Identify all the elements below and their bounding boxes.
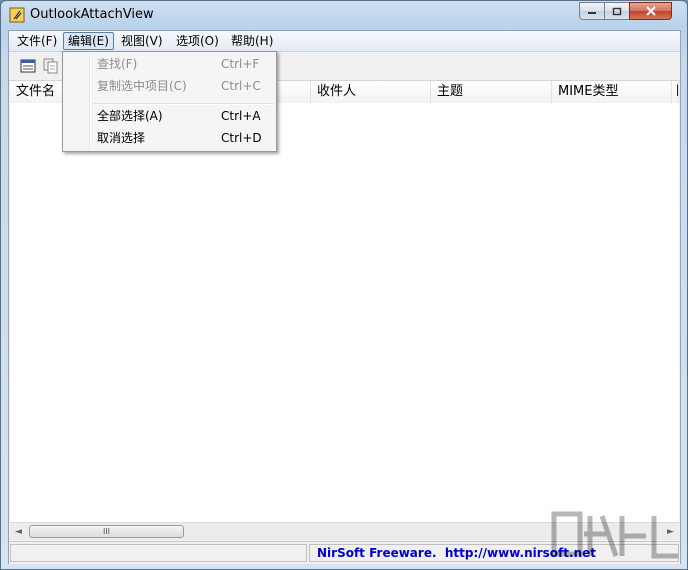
menu-item-select-all[interactable]: 全部选择(A) Ctrl+A [65, 105, 274, 127]
scroll-left-icon[interactable]: ◄ [10, 523, 27, 540]
menu-help[interactable]: 帮助(H) [227, 33, 277, 49]
menu-options[interactable]: 选项(O) [172, 33, 223, 49]
scroll-right-icon[interactable]: ► [662, 523, 679, 540]
window-title: OutlookAttachView [30, 7, 154, 22]
menu-item-shortcut: Ctrl+D [221, 131, 262, 145]
close-button[interactable] [629, 2, 672, 20]
attachment-list[interactable] [10, 103, 679, 522]
maximize-icon [612, 7, 622, 15]
menu-item-label: 复制选中项目(C) [97, 79, 187, 93]
properties-button[interactable] [18, 56, 38, 76]
copy-button[interactable] [41, 56, 61, 76]
menu-item-deselect-all[interactable]: 取消选择 Ctrl+D [65, 127, 274, 149]
menu-item-find[interactable]: 查找(F) Ctrl+F [65, 53, 274, 75]
menu-view[interactable]: 视图(V) [117, 33, 167, 49]
column-header-mime-type[interactable]: MIME类型 [552, 81, 672, 103]
title-bar[interactable]: OutlookAttachView [1, 1, 687, 29]
menu-item-shortcut: Ctrl+F [221, 57, 260, 71]
menu-item-label: 全部选择(A) [97, 109, 163, 123]
column-header-subject[interactable]: 主题 [431, 81, 552, 103]
menu-item-label: 查找(F) [97, 57, 138, 71]
menu-item-shortcut: Ctrl+A [221, 109, 261, 123]
properties-icon [20, 59, 36, 73]
menu-edit[interactable]: 编辑(E) [63, 32, 114, 50]
copy-icon [43, 58, 58, 74]
app-paperclip-icon [9, 7, 25, 23]
menu-item-copy-selected[interactable]: 复制选中项目(C) Ctrl+C [65, 75, 274, 97]
close-icon [645, 6, 656, 16]
status-cell-left [10, 544, 307, 562]
menu-file[interactable]: 文件(F) [13, 33, 61, 49]
menu-item-shortcut: Ctrl+C [221, 79, 261, 93]
status-bar: NirSoft Freeware. http://www.nirsoft.net [9, 541, 680, 564]
menu-item-label: 取消选择 [97, 131, 146, 145]
column-header-attachment[interactable]: 附 [672, 81, 679, 103]
minimize-button[interactable] [579, 2, 605, 20]
horizontal-scrollbar[interactable]: ◄ III ► [10, 522, 679, 540]
minimize-icon [588, 12, 596, 14]
menu-bar: 文件(F) 编辑(E) 视图(V) 选项(O) 帮助(H) [9, 31, 680, 52]
app-window: OutlookAttachView 文件(F) 编辑(E) 视图(V) 选项(O… [0, 0, 688, 570]
nirsoft-link[interactable]: NirSoft Freeware. http://www.nirsoft.net [317, 546, 596, 560]
maximize-button[interactable] [604, 2, 630, 20]
column-header-recipient[interactable]: 收件人 [311, 81, 431, 103]
scroll-thumb[interactable]: III [29, 525, 184, 538]
edit-menu-dropdown: 查找(F) Ctrl+F 复制选中项目(C) Ctrl+C 全部选择(A) Ct… [62, 51, 277, 152]
